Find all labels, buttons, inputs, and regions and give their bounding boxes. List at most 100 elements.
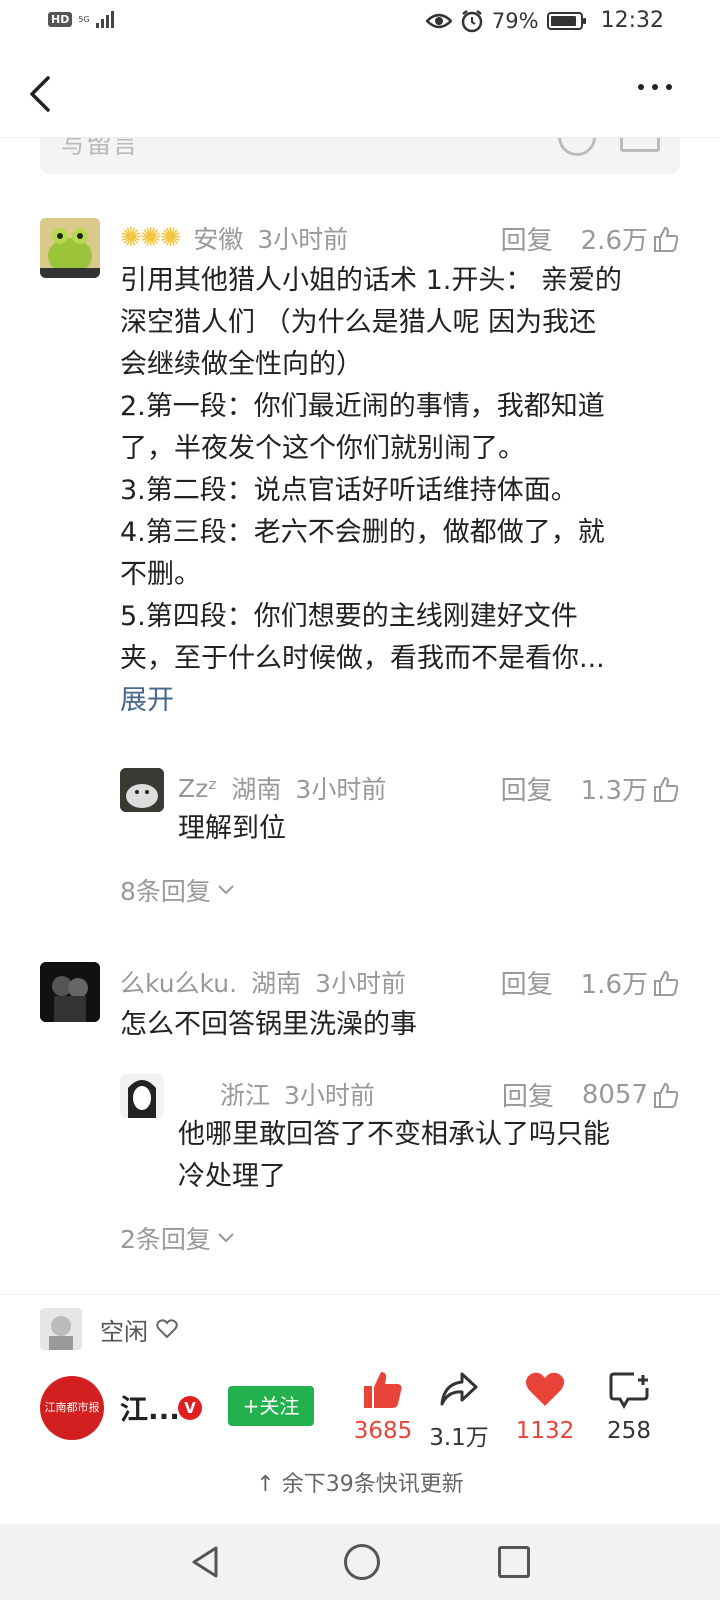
user-status-text[interactable]: 空闲: [100, 1312, 148, 1347]
comment-item: 么ku么ku. 湖南 3小时前 回复 1.6万 怎么不回答锅里洗澡的事 浙江 3…: [40, 962, 680, 1282]
reply-button[interactable]: 回复: [501, 770, 553, 807]
reply-user[interactable]: Zzᶻ: [178, 774, 217, 803]
comment-line: 深空猎人们 （为什么是猎人呢 因为我还: [120, 307, 597, 338]
comment-line: 夹，至于什么时候做，看我而不是看你...: [120, 643, 605, 674]
publisher-name[interactable]: 江...: [120, 1388, 180, 1428]
comment-add-icon: [609, 1372, 649, 1410]
more-options-icon[interactable]: [638, 84, 672, 90]
avatar[interactable]: [40, 218, 100, 278]
reply-location: 湖南: [231, 775, 282, 804]
comment-text: 引用其他猎人小姐的话术 1.开头： 亲爱的 深空猎人们 （为什么是猎人呢 因为我…: [120, 260, 680, 722]
dark-avatar-icon: [40, 962, 100, 1022]
top-header: [0, 46, 720, 138]
reply-location: 浙江: [220, 1081, 271, 1110]
more-replies-link[interactable]: 8条回复: [120, 872, 235, 908]
publisher-logo[interactable]: 江南都市报: [40, 1376, 104, 1440]
reply-button[interactable]: 回复: [501, 964, 553, 1001]
comment-line: 4.第三段：老六不会删的，做都做了，就: [120, 517, 605, 548]
status-right: 79% 12:32: [425, 8, 664, 33]
reply-button[interactable]: 回复: [501, 220, 553, 257]
comment-count: 258: [607, 1418, 651, 1444]
back-arrow-icon[interactable]: [26, 74, 56, 114]
remaining-updates-link[interactable]: ↑ 余下39条快讯更新: [0, 1466, 720, 1498]
cat-avatar-icon: [120, 768, 164, 812]
comment-time: 3小时前: [315, 969, 406, 998]
comment-location: 湖南: [251, 969, 302, 998]
comment-input[interactable]: 写留言: [40, 138, 680, 174]
system-nav-bar: [0, 1524, 720, 1600]
share-count: 3.1万: [429, 1425, 489, 1451]
user-avatar-icon: [40, 1308, 82, 1350]
edit-icon[interactable]: [620, 138, 660, 152]
reply-time: 3小时前: [295, 775, 387, 804]
comment-line: 2.第一段：你们最近闹的事情，我都知道: [120, 391, 605, 422]
expand-link[interactable]: 展开: [120, 680, 680, 722]
share-icon: [440, 1372, 478, 1406]
signal-icon: [95, 10, 114, 28]
favorite-button[interactable]: 1132: [500, 1370, 590, 1444]
like-count: 1.3万: [580, 776, 648, 806]
reply-time: 3小时前: [284, 1081, 375, 1110]
reply-button[interactable]: 回复: [502, 1076, 554, 1113]
clock: 12:32: [600, 8, 664, 33]
emoji-icon[interactable]: [558, 138, 596, 156]
heart-outline-icon[interactable]: [156, 1319, 178, 1339]
nav-home-icon[interactable]: [344, 1544, 380, 1580]
chevron-down-icon: [218, 885, 234, 895]
thumbs-up-icon[interactable]: [652, 1081, 680, 1109]
nav-recents-icon[interactable]: [498, 1546, 530, 1578]
heart-filled-icon: [525, 1372, 565, 1406]
network-label: 5G: [78, 14, 90, 24]
reply-item: Zzᶻ 湖南 3小时前 回复 1.3万 理解到位: [120, 768, 680, 848]
chevron-down-icon: [218, 1233, 234, 1243]
thumbs-up-icon[interactable]: [652, 969, 680, 997]
favorite-count: 1132: [515, 1418, 575, 1444]
status-left: HD 5G: [48, 10, 114, 28]
like-count: 1.6万: [580, 970, 648, 1000]
battery-percent: 79%: [491, 8, 539, 33]
comment-line: 引用其他猎人小姐的话术 1.开头： 亲爱的: [120, 265, 622, 296]
hd-icon: HD: [48, 11, 73, 27]
sketch-avatar-icon: [120, 1074, 164, 1118]
follow-button[interactable]: +关注: [228, 1386, 314, 1426]
nav-back-icon[interactable]: [190, 1544, 222, 1580]
comment-line: 5.第四段：你们想要的主线刚建好文件: [120, 601, 578, 632]
avatar[interactable]: [40, 962, 100, 1022]
thumbs-up-icon[interactable]: [652, 775, 680, 803]
comment-line: 不删。: [120, 559, 201, 590]
thumbs-up-icon[interactable]: [652, 225, 680, 253]
more-replies-link[interactable]: 2条回复: [120, 1220, 235, 1256]
comment-line: 会继续做全性向的）: [120, 349, 363, 380]
eye-icon: [425, 13, 452, 28]
reply-line: 他哪里敢回答了不变相承认了吗只能: [178, 1119, 610, 1150]
like-count: 8057: [581, 1079, 648, 1110]
avatar[interactable]: [120, 1074, 164, 1118]
user-status-row: 空闲: [40, 1308, 178, 1350]
status-bar: HD 5G 79% 12:32: [0, 0, 720, 46]
like-count: 2.6万: [580, 226, 648, 256]
avatar[interactable]: [120, 768, 164, 812]
comment-time: 3小时前: [257, 225, 349, 254]
level-stars-icon: ✺✺✺: [120, 223, 181, 253]
divider: [0, 1294, 720, 1295]
reply-line: 冷处理了: [178, 1161, 286, 1192]
share-button[interactable]: 3.1万: [414, 1370, 504, 1452]
comment-user[interactable]: 么ku么ku.: [120, 964, 237, 1000]
reply-text: 理解到位: [178, 813, 286, 844]
thumbs-up-filled-icon: [364, 1372, 402, 1408]
reply-text: 他哪里敢回答了不变相承认了吗只能 冷处理了: [178, 1114, 610, 1198]
comment-text: 怎么不回答锅里洗澡的事: [120, 1009, 417, 1040]
avatar[interactable]: [40, 1308, 82, 1350]
frog-avatar-icon: [40, 218, 100, 278]
comment-location: 安徽: [193, 225, 244, 254]
comment-line: 了，半夜发个这个你们就别闹了。: [120, 433, 525, 464]
comment-item: ✺✺✺ 安徽 3小时前 回复 2.6万 引用其他猎人小姐的话术 1.开头： 亲爱…: [40, 218, 680, 918]
comment-input-placeholder: 写留言: [60, 138, 139, 160]
reply-item: 浙江 3小时前 回复 8057 他哪里敢回答了不变相承认了吗只能 冷处理了: [120, 1074, 680, 1204]
alarm-icon: [461, 9, 483, 32]
battery-icon: [546, 11, 586, 30]
comment-line: 3.第二段：说点官话好听话维持体面。: [120, 475, 578, 506]
verified-badge: V: [178, 1396, 202, 1420]
comment-button[interactable]: 258: [584, 1370, 674, 1444]
action-bar: 江南都市报 江... V +关注 3685 3.1万 1132 258: [0, 1370, 720, 1470]
